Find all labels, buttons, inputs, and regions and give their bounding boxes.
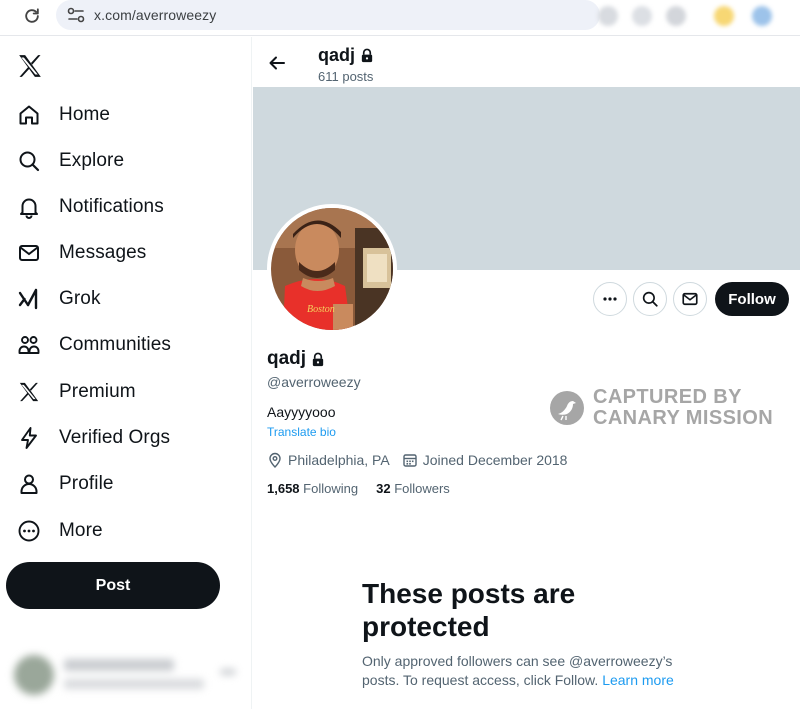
- profile-meta: Philadelphia, PA Joined December 2018: [267, 451, 567, 469]
- sidebar-item-label: More: [59, 520, 103, 541]
- sidebar-item-premium[interactable]: Premium: [16, 374, 241, 410]
- home-icon: [16, 102, 42, 128]
- lightning-icon: [16, 425, 42, 451]
- search-profile-button[interactable]: [633, 282, 667, 316]
- translate-bio-link[interactable]: Translate bio: [267, 425, 336, 439]
- sidebar-item-label: Messages: [59, 242, 147, 263]
- profile-joined-date: Joined December 2018: [422, 452, 568, 468]
- header-title: qadj: [318, 45, 374, 66]
- followers-link[interactable]: 32 Followers: [376, 481, 450, 496]
- location-pin-icon: [269, 452, 281, 468]
- watermark-line1: CAPTURED BY: [593, 386, 742, 408]
- sidebar-item-label: Premium: [59, 381, 136, 402]
- extension-icon[interactable]: [752, 6, 772, 26]
- extension-icon[interactable]: [714, 6, 734, 26]
- avatar: [14, 655, 54, 695]
- extension-icon[interactable]: [598, 6, 618, 26]
- watermark-text: CAPTURED BY CANARY MISSION: [593, 387, 773, 429]
- sidebar-item-label: Communities: [59, 334, 171, 355]
- followers-label: Followers: [394, 481, 450, 496]
- person-icon: [16, 471, 42, 497]
- more-icon: [220, 669, 236, 675]
- envelope-icon: [16, 240, 42, 266]
- people-icon: [16, 332, 42, 358]
- more-icon: [603, 297, 617, 301]
- sidebar-item-notifications[interactable]: Notifications: [16, 189, 241, 225]
- sidebar-item-profile[interactable]: Profile: [16, 466, 241, 502]
- more-options-button[interactable]: [593, 282, 627, 316]
- profile-stats: 1,658 Following 32 Followers: [267, 481, 468, 496]
- sidebar-item-grok[interactable]: Grok: [16, 281, 241, 317]
- sidebar-item-more[interactable]: More: [16, 513, 241, 549]
- following-link[interactable]: 1,658 Following: [267, 481, 358, 496]
- follow-button[interactable]: Follow: [715, 282, 789, 316]
- profile-name: qadj: [267, 348, 325, 370]
- account-name-blurred: [64, 659, 174, 671]
- sidebar-item-messages[interactable]: Messages: [16, 235, 241, 271]
- extension-icon[interactable]: [666, 6, 686, 26]
- header-name: qadj: [318, 45, 356, 65]
- following-count: 1,658: [267, 481, 300, 496]
- protected-title: These posts are protected: [362, 578, 576, 642]
- profile-location: Philadelphia, PA: [288, 452, 390, 468]
- followers-count: 32: [376, 481, 391, 496]
- watermark-line2: CANARY MISSION: [593, 407, 774, 429]
- sidebar-item-home[interactable]: Home: [16, 97, 241, 133]
- lock-icon: [361, 48, 373, 63]
- sidebar-item-label: Notifications: [59, 196, 164, 217]
- display-name: qadj: [267, 348, 307, 369]
- following-label: Following: [303, 481, 359, 496]
- sidebar-item-explore[interactable]: Explore: [16, 143, 241, 179]
- protected-message: Only approved followers can see @averrow…: [362, 652, 692, 690]
- message-button[interactable]: [673, 282, 707, 316]
- x-logo-icon: [16, 379, 42, 405]
- profile-handle: @averroweezy: [267, 374, 361, 390]
- post-button[interactable]: Post: [6, 562, 220, 609]
- address-bar[interactable]: x.com/averroweezy: [56, 0, 600, 30]
- canary-bird-icon: [550, 391, 584, 425]
- search-icon: [642, 291, 658, 307]
- more-circle-icon: [16, 518, 42, 544]
- envelope-icon: [682, 292, 698, 306]
- sidebar-item-label: Home: [59, 104, 111, 125]
- search-icon: [16, 148, 42, 174]
- sidebar-item-communities[interactable]: Communities: [16, 327, 241, 363]
- profile-avatar[interactable]: Boston: [267, 204, 397, 334]
- reload-icon[interactable]: [22, 6, 42, 26]
- browser-toolbar: x.com/averroweezy: [0, 0, 800, 36]
- sidebar-item-label: Grok: [59, 288, 101, 309]
- url-text[interactable]: x.com/averroweezy: [94, 7, 216, 23]
- post-count: 611 posts: [318, 69, 374, 84]
- bell-icon: [16, 194, 42, 220]
- sidebar-item-label: Profile: [59, 473, 114, 494]
- account-handle-blurred: [64, 679, 204, 689]
- watermark: CAPTURED BY CANARY MISSION: [549, 387, 773, 429]
- back-arrow-icon[interactable]: [267, 53, 287, 73]
- sidebar-item-label: Explore: [59, 150, 125, 171]
- sidebar: Home Explore Notifications Messages Grok…: [0, 37, 252, 709]
- extension-icon[interactable]: [632, 6, 652, 26]
- svg-text:Boston: Boston: [307, 304, 335, 315]
- site-settings-icon[interactable]: [66, 6, 86, 24]
- sidebar-item-label: Verified Orgs: [59, 427, 171, 448]
- account-switcher[interactable]: [8, 647, 243, 703]
- lock-icon: [312, 352, 324, 366]
- learn-more-link[interactable]: Learn more: [602, 672, 674, 688]
- sidebar-item-verified-orgs[interactable]: Verified Orgs: [16, 420, 241, 456]
- grok-icon: [16, 286, 42, 312]
- profile-main: qadj 611 posts Boston Follow qadj @averr…: [253, 37, 800, 709]
- profile-bio: Aayyyyooo: [267, 404, 336, 420]
- calendar-icon: [403, 454, 417, 467]
- x-logo-icon[interactable]: [17, 54, 43, 78]
